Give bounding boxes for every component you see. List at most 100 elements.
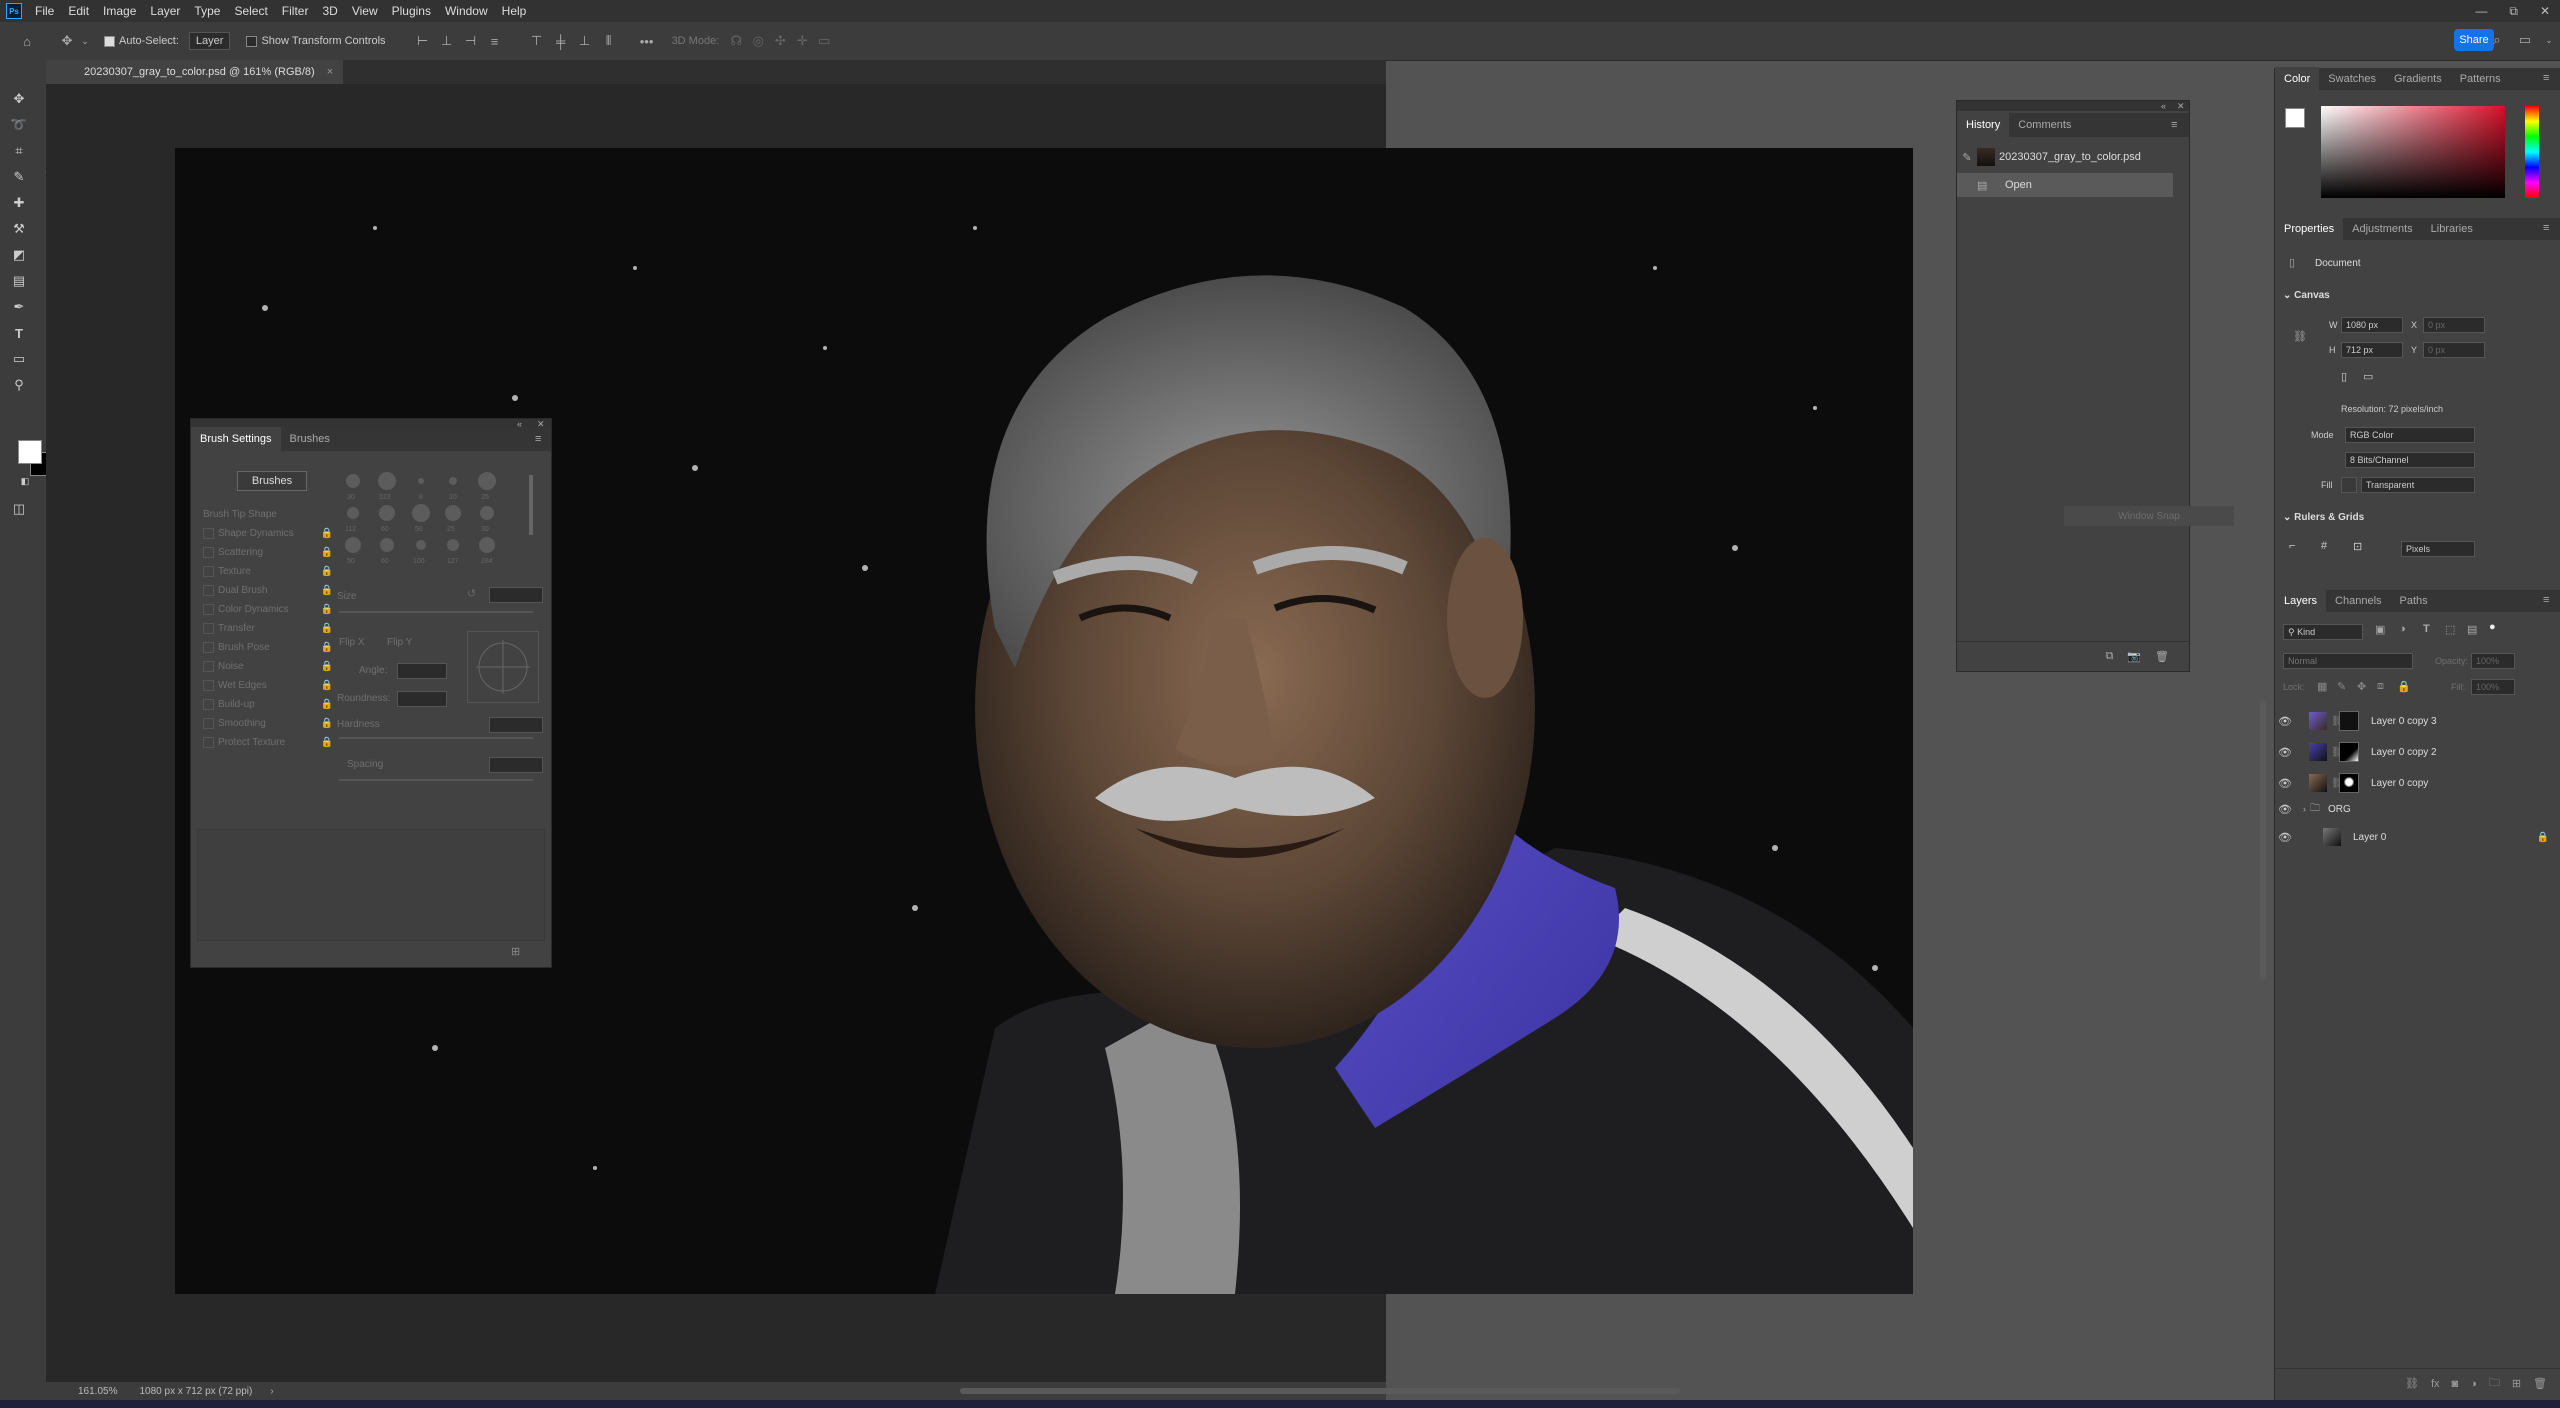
visibility-eye-icon[interactable]: 👁 [2275,831,2295,844]
zoom-tool-icon[interactable]: ⚲ [10,376,28,394]
panel-menu-icon[interactable]: ≡ [2543,72,2549,84]
layer-row[interactable]: 👁 ⛓ Layer 0 copy 3 [2275,706,2560,736]
layer-name[interactable]: Layer 0 copy 2 [2371,747,2437,758]
eraser-tool-icon[interactable]: ◩ [10,246,28,264]
close-icon[interactable]: ✕ [2540,4,2550,18]
layer-group-row[interactable]: 👁 › 🗀 ORG [2275,796,2560,822]
y-field[interactable]: 0 px [2423,342,2485,358]
3d-roll-icon[interactable]: ◎ [749,32,767,50]
brush-preset-grid[interactable]: 30 123 8 10 25 112 60 50 25 30 50 60 100… [341,471,521,571]
workspace-chevron-icon[interactable]: ⌄ [2540,31,2558,49]
brush-option-item[interactable]: Scattering 🔒 [203,543,333,562]
menu-3d[interactable]: 3D [315,0,344,22]
horizontal-scrollbar[interactable] [960,1388,1680,1394]
pen-tool-icon[interactable]: ✒ [10,298,28,316]
auto-select-target-select[interactable]: Layer [188,32,231,50]
filter-smart-object-icon[interactable]: ▤ [2467,623,2477,636]
lock-transparency-icon[interactable]: ▦ [2317,680,2327,693]
menu-help[interactable]: Help [495,0,534,22]
width-field[interactable]: 1080 px [2341,317,2403,333]
layer-row[interactable]: 👁 ⛓ Layer 0 copy [2275,768,2560,798]
crop-tool-icon[interactable]: ⌗ [10,142,28,160]
document-dimensions[interactable]: 1080 px x 712 px (72 ppi) [139,1386,252,1397]
preset-scrollbar[interactable] [529,475,533,535]
landscape-orientation-icon[interactable]: ▭ [2363,370,2373,383]
photoshop-logo-icon[interactable]: Ps [6,3,22,19]
spacing-field[interactable] [489,757,543,773]
chevron-right-icon[interactable]: › [270,1386,273,1397]
history-step[interactable]: ▤ Open [1957,173,2173,197]
brush-option-item[interactable]: Transfer 🔒 [203,619,333,638]
tab-color[interactable]: Color [2275,67,2320,91]
tab-layers[interactable]: Layers [2275,589,2327,613]
brush-angle-preview[interactable] [467,631,539,703]
size-field[interactable] [489,587,543,603]
lock-pixels-icon[interactable]: ✎ [2337,680,2346,693]
history-snapshot[interactable]: ✎ 20230307_gray_to_color.psd [1957,145,2189,169]
lock-artboard-icon[interactable]: ⧈ [2377,680,2384,693]
brush-option-item[interactable]: Noise 🔒 [203,657,333,676]
vertical-scrollbar[interactable] [2260,700,2266,980]
panel-menu-icon[interactable]: ≡ [2171,119,2177,131]
panel-grip[interactable] [1957,101,2189,111]
clone-stamp-icon[interactable]: ⚒ [10,220,28,238]
align-top-icon[interactable]: ⊤ [528,32,546,50]
zoom-level[interactable]: 161.05% [78,1386,117,1397]
close-tab-icon[interactable]: × [327,66,333,78]
spacing-slider[interactable] [339,779,533,781]
tab-swatches[interactable]: Swatches [2319,67,2385,91]
tab-properties[interactable]: Properties [2275,217,2344,241]
3d-camera-icon[interactable]: ▭ [815,32,833,50]
flip-x-label[interactable]: Flip X [339,637,365,648]
fill-field[interactable]: 100% [2471,679,2515,695]
close-panel-icon[interactable]: ✕ [2177,101,2185,112]
hue-slider[interactable] [2525,106,2539,198]
align-middle-icon[interactable]: ╪ [552,32,570,50]
layer-mask-thumbnail[interactable] [2339,711,2359,731]
menu-window[interactable]: Window [438,0,495,22]
filter-adjustment-icon[interactable]: ◑ [2399,623,2406,635]
layer-row[interactable]: 👁 Layer 0 🔒 [2275,822,2560,852]
layer-mask-thumbnail[interactable] [2339,742,2359,762]
brushes-button[interactable]: Brushes [237,471,307,491]
angle-field[interactable] [397,663,447,679]
transform-controls-option[interactable]: Show Transform Controls [246,35,386,47]
panel-menu-icon[interactable]: ≡ [535,433,541,445]
workspace-icon[interactable]: ▭ [2516,31,2534,49]
more-options-icon[interactable]: ••• [638,32,656,50]
mask-link-icon[interactable]: ⛓ [2331,716,2344,727]
new-adjustment-icon[interactable]: ◑ [2470,1378,2477,1390]
new-group-icon[interactable]: 🗀 [2489,1374,2500,1393]
menu-plugins[interactable]: Plugins [385,0,438,22]
foreground-color-swatch[interactable] [2285,108,2305,128]
healing-tool-icon[interactable]: ✚ [10,194,28,212]
align-left-icon[interactable]: ⊢ [414,32,432,50]
distribute-icon[interactable]: ⫴ [600,32,618,50]
tab-gradients[interactable]: Gradients [2385,67,2451,91]
height-field[interactable]: 712 px [2341,342,2403,358]
new-document-from-state-icon[interactable]: ⧉ [2105,650,2113,663]
tab-comments[interactable]: Comments [2009,113,2080,137]
align-more-icon[interactable]: ≡ [486,32,504,50]
filter-shape-icon[interactable]: ⬚ [2445,623,2455,636]
new-snapshot-icon[interactable]: 📷 [2127,650,2141,663]
layer-name[interactable]: Layer 0 copy [2371,778,2428,789]
size-slider[interactable] [339,611,533,613]
default-colors-icon[interactable]: ◧ [16,472,34,490]
tab-brushes[interactable]: Brushes [281,427,339,451]
minimize-icon[interactable]: — [2475,4,2487,18]
panel-grip[interactable] [191,419,551,427]
brush-option-item[interactable]: Texture 🔒 [203,562,333,581]
menu-image[interactable]: Image [96,0,143,22]
visibility-eye-icon[interactable]: 👁 [2275,746,2295,759]
visibility-eye-icon[interactable]: 👁 [2275,715,2295,728]
lock-all-icon[interactable]: 🔒 [2397,680,2411,693]
add-mask-icon[interactable]: ◙ [2452,1378,2459,1390]
delete-state-icon[interactable]: 🗑 [2155,650,2169,663]
history-brush-source-icon[interactable]: ✎ [1957,151,1977,164]
guides-icon[interactable]: ⊡ [2353,540,2362,553]
create-brush-icon[interactable]: ⊞ [511,945,520,958]
mask-link-icon[interactable]: ⛓ [2331,778,2344,789]
align-center-icon[interactable]: ⊥ [438,32,456,50]
x-field[interactable]: 0 px [2423,317,2485,333]
